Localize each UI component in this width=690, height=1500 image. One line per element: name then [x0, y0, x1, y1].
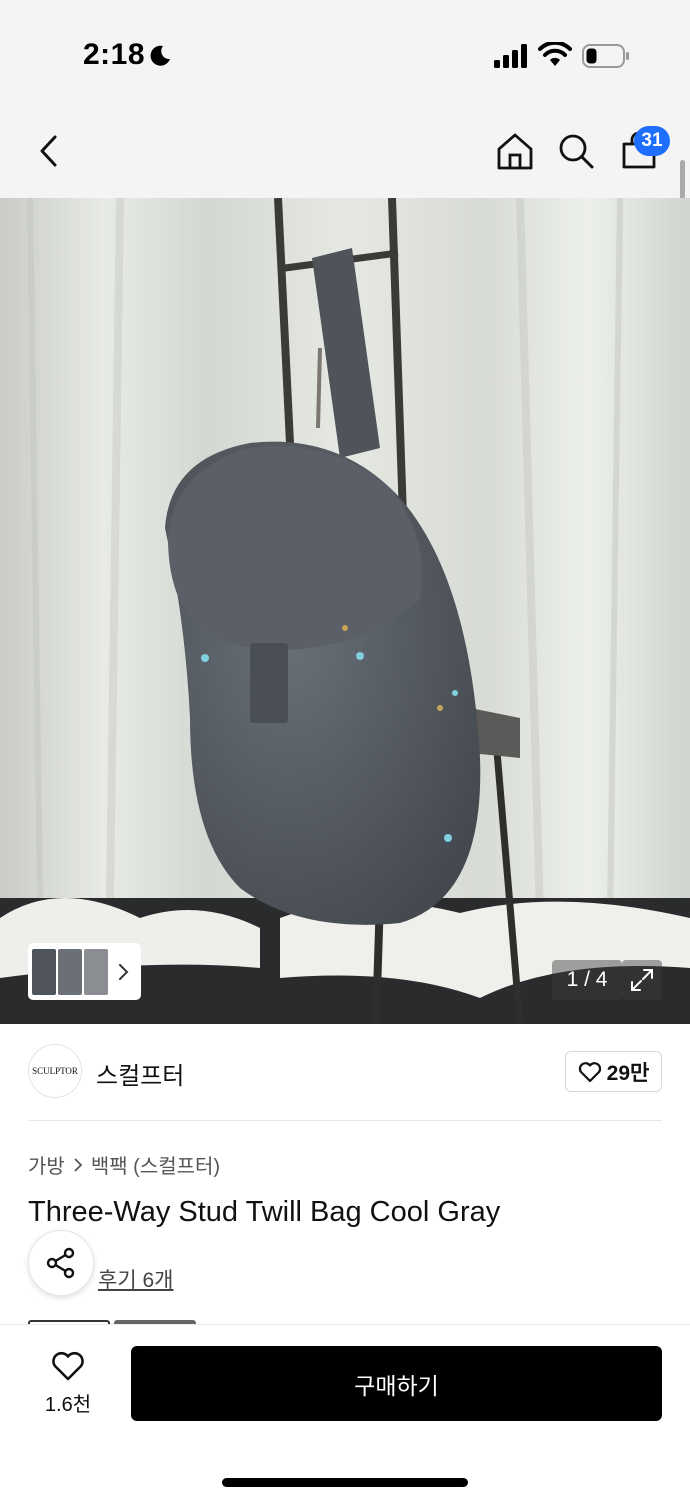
- thumbnail-3[interactable]: [84, 948, 108, 995]
- breadcrumb: 가방 백팩 (스컬프터): [28, 1150, 220, 1179]
- brand-logo-text: SCULPTOR: [32, 1066, 78, 1076]
- chevron-right-icon: [74, 1157, 83, 1172]
- wishlist-button[interactable]: 1.6천: [28, 1348, 108, 1418]
- brand-like-count: 29만: [606, 1061, 650, 1085]
- breadcrumb-category[interactable]: 가방: [28, 1150, 65, 1179]
- expand-icon: [631, 969, 653, 991]
- image-page-counter: 1 / 4: [552, 960, 622, 1000]
- battery-icon: [582, 44, 629, 68]
- product-image[interactable]: [0, 198, 690, 1024]
- buy-button[interactable]: 구매하기: [131, 1346, 662, 1421]
- thumbnail-next-chevron-icon[interactable]: [116, 962, 130, 982]
- home-icon: [497, 133, 533, 170]
- status-time: 2:18: [83, 38, 146, 71]
- share-icon: [46, 1247, 75, 1279]
- back-chevron-icon: [40, 135, 57, 167]
- review-link[interactable]: 후기 6개: [98, 1264, 173, 1294]
- product-title: Three-Way Stud Twill Bag Cool Gray: [28, 1196, 501, 1228]
- brand-logo[interactable]: SCULPTOR: [28, 1044, 82, 1098]
- wifi-icon: [538, 42, 572, 66]
- heart-outline-icon: [52, 1351, 84, 1380]
- thumbnail-1[interactable]: [32, 948, 56, 995]
- moon-icon: [150, 45, 170, 66]
- thumbnail-2[interactable]: [58, 948, 82, 995]
- back-button[interactable]: [28, 130, 70, 172]
- brand-like-button[interactable]: 29만: [565, 1051, 662, 1092]
- heart-outline-icon: [578, 1061, 601, 1082]
- home-indicator: [222, 1478, 468, 1487]
- top-navigation: [0, 100, 690, 198]
- brand-name[interactable]: 스컬프터: [96, 1056, 184, 1091]
- home-button[interactable]: [494, 130, 536, 172]
- cellular-signal-icon: [494, 44, 527, 68]
- status-bar: 2:18: [0, 0, 690, 100]
- wishlist-count: 1.6천: [44, 1393, 92, 1416]
- section-divider: [28, 1120, 662, 1121]
- product-photo: [0, 198, 690, 1024]
- search-button[interactable]: [555, 130, 597, 172]
- thumbnail-strip[interactable]: [28, 943, 141, 1000]
- expand-image-button[interactable]: [622, 960, 662, 1000]
- search-icon: [559, 134, 594, 169]
- cart-count-badge: 31: [634, 126, 670, 156]
- share-button[interactable]: [28, 1230, 94, 1296]
- breadcrumb-subcategory[interactable]: 백팩 (스컬프터): [91, 1150, 220, 1179]
